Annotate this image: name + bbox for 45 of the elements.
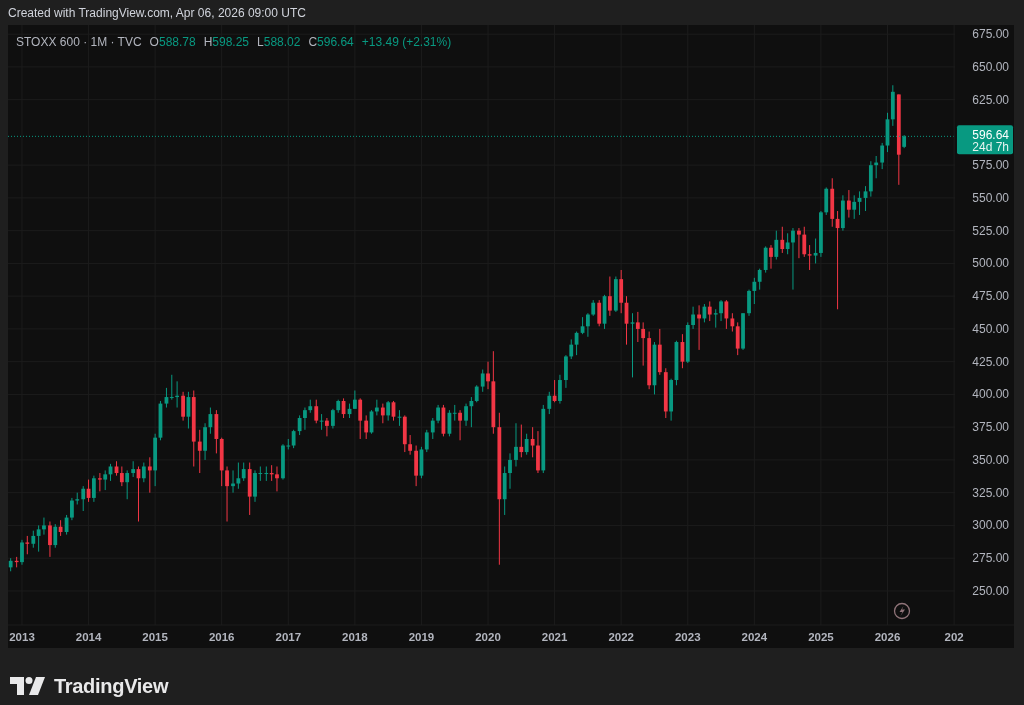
axis-label: 625.00 (972, 92, 1009, 107)
axis-label: 500.00 (972, 256, 1009, 271)
axis-label: 425.00 (972, 354, 1009, 369)
axis-label: 550.00 (972, 190, 1009, 205)
axis-label: 650.00 (972, 59, 1009, 74)
axis-label: 2018 (342, 631, 368, 643)
axis-label: 2024 (741, 631, 768, 643)
axis-label: 675.00 (972, 27, 1009, 42)
axis-label: 2021 (541, 631, 568, 643)
axis-label: 375.00 (972, 420, 1009, 435)
ohlc-value: C596.64 (308, 34, 354, 51)
axis-label: 325.00 (972, 485, 1009, 500)
axis-label: 400.00 (972, 387, 1009, 402)
axis-label: 2022 (608, 631, 634, 643)
axis-label: 2019 (408, 631, 435, 643)
price-label: 596.64 (972, 128, 1009, 143)
axis-label: 2023 (674, 631, 701, 643)
axis-label: 275.00 (972, 551, 1009, 566)
ohlc-value: O588.78 (149, 34, 196, 51)
axis-label: 575.00 (972, 158, 1009, 173)
axis-label: 2020 (475, 631, 501, 643)
logo-icon (10, 676, 46, 695)
logo-text: TradingView (54, 673, 169, 699)
axis-label: 300.00 (972, 518, 1009, 533)
ohlc-value: L588.02 (257, 34, 301, 51)
axis-label: 2013 (9, 631, 35, 643)
axis-label: 475.00 (972, 289, 1009, 304)
axis-label: 525.00 (972, 223, 1009, 238)
ohlc-value: H598.25 (203, 34, 250, 51)
price-tag (957, 125, 1013, 155)
lightning-icon[interactable] (893, 602, 911, 620)
change-label: +13.49 (+2.31%) (361, 34, 452, 51)
symbol-label: STOXX 600 · 1M · TVC (16, 34, 142, 51)
axis-label: 2015 (142, 631, 168, 643)
axis-label: 2017 (275, 631, 302, 643)
axis-label: 202 (944, 631, 964, 643)
axis-label: 350.00 (972, 452, 1009, 467)
axis-label: 250.00 (972, 583, 1009, 598)
axis-label: 2014 (75, 631, 102, 643)
countdown-label: 24d 7h (972, 140, 1009, 155)
axis-label: 2016 (208, 631, 235, 643)
axis-label: 2026 (874, 631, 901, 643)
watermark-caption: Created with TradingView.com, Apr 06, 2026 09:00 UTC (8, 6, 306, 20)
axis-label: 2025 (808, 631, 834, 643)
axis-label: 450.00 (972, 321, 1009, 336)
